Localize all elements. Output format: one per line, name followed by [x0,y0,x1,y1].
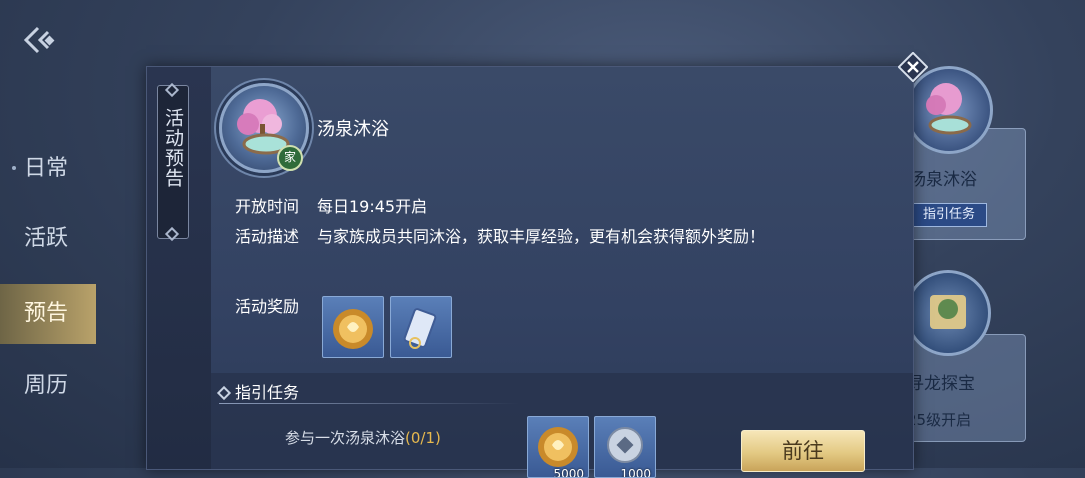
guide-tag: 指引任务 [911,203,987,227]
open-time-label: 开放时间 [235,197,300,216]
divider [219,403,519,404]
bg-card-sub: 25级开启 [907,411,972,429]
go-button[interactable]: 前往 [741,430,865,472]
nav-item-label: 预告 [24,301,69,326]
modal-side-panel: 活动预告 [147,67,211,469]
nav-dot-icon [12,166,16,170]
nav-item-preview[interactable]: 预告 [0,284,96,344]
back-arrow-icon[interactable] [20,22,60,58]
diamond-bullet-icon [216,385,232,401]
quest-text: 参与一次汤泉沐浴 [285,429,406,447]
family-badge: 家 [277,145,303,171]
nav-item-label: 周历 [24,373,69,398]
reward-item-orb[interactable] [322,296,384,358]
reward-item-scroll[interactable] [390,296,452,358]
side-title-frame: 活动预告 [157,82,189,242]
close-icon[interactable] [897,51,929,83]
nav-item-label: 日常 [24,156,69,181]
diamond-ornament-icon [164,82,180,98]
nav-item-active[interactable]: 活跃 [0,209,96,269]
guide-heading: 指引任务 [216,379,300,403]
description-label: 活动描述 [235,227,300,246]
event-preview-modal: 活动预告 家 汤泉沐浴 开放时间 每日19:45开启 活动描述 与家族成员共同沐… [146,66,914,478]
diamond-ornament-icon [164,226,180,242]
reward-quantity: 1000 [620,467,651,478]
side-title: 活动预告 [162,108,184,188]
quest-progress: (0/1) [405,429,441,447]
guide-heading-text: 指引任务 [235,383,300,402]
bg-card-title: 汤泉沐浴 [909,170,977,190]
nav-item-label: 活跃 [24,226,69,251]
quest-reward-exp[interactable]: 5000 [527,416,589,478]
nav-item-daily[interactable]: 日常 [0,139,96,199]
bg-card-title: 寻龙探宝 [907,374,975,394]
bg-activity-portrait-2 [905,270,991,356]
quest-reward-coin[interactable]: 1000 [594,416,656,478]
treasure-scroll-icon [930,295,966,329]
gold-orb-icon [333,309,373,349]
open-time-value: 每日19:45开启 [317,197,428,216]
description-value: 与家族成员共同沐浴，获取丰厚经验，更有机会获得额外奖励！ [317,227,766,246]
event-title: 汤泉沐浴 [317,119,389,140]
nav-item-calendar[interactable]: 周历 [0,356,96,416]
quest-description: 参与一次汤泉沐浴(0/1) [285,427,441,448]
reward-quantity: 5000 [553,467,584,478]
talisman-scroll-icon [403,308,437,349]
rewards-label: 活动奖励 [235,297,300,316]
